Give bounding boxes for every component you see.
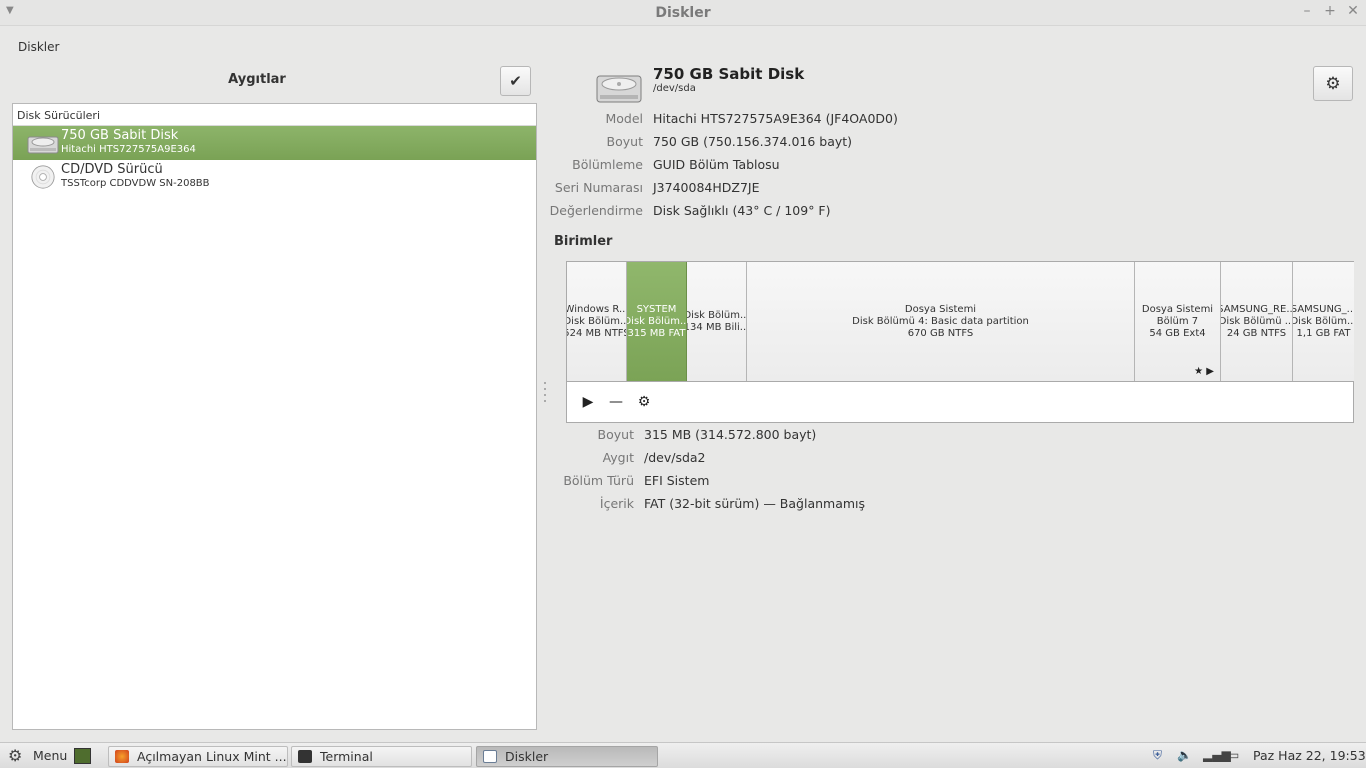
hard-disk-icon [27, 136, 59, 154]
partition-map: Windows R... Disk Bölüm... 524 MB NTFS S… [566, 261, 1354, 381]
partition-label: 54 GB Ext4 [1149, 327, 1206, 339]
partition-block[interactable]: Disk Bölüm... 134 MB Bili... [687, 262, 747, 381]
partition-block[interactable]: SAMSUNG_RE... Disk Bölümü ... 24 GB NTFS [1221, 262, 1293, 381]
partition-label: Disk Bölümü ... [1221, 315, 1293, 327]
field-value: FAT (32-bit sürüm) — Bağlanmamış [644, 496, 866, 511]
field-value: 315 MB (314.572.800 bayt) [644, 427, 817, 442]
field-value: 750 GB (750.156.374.016 bayt) [653, 134, 853, 149]
battery-icon[interactable]: ▭ [1228, 748, 1239, 762]
show-desktop-icon[interactable] [74, 748, 91, 764]
device-list: Disk Sürücüleri 750 GB Sabit Disk Hitach… [12, 103, 537, 730]
window-icon [483, 750, 497, 763]
window-title: Diskler [655, 5, 711, 21]
devices-header: Aygıtlar ✔ [12, 64, 537, 98]
network-icon[interactable]: ▂▄▆ [1203, 748, 1231, 762]
partition-block[interactable]: Dosya Sistemi Bölüm 7 54 GB Ext4 ★ ▶ [1135, 262, 1221, 381]
drive-options-button[interactable]: ⚙ [1313, 66, 1353, 101]
partition-block[interactable]: Windows R... Disk Bölüm... 524 MB NTFS [567, 262, 627, 381]
field-key: Boyut [597, 427, 634, 442]
terminal-icon [298, 750, 312, 763]
device-name: 750 GB Sabit Disk [61, 128, 179, 143]
partition-toolbar: ▶ — ⚙ [566, 381, 1354, 423]
mint-menu-icon[interactable]: ⚙ [8, 746, 22, 765]
field-value: GUID Bölüm Tablosu [653, 157, 780, 172]
disk-path: /dev/sda [653, 83, 696, 94]
volumes-title: Birimler [554, 234, 613, 249]
device-model: Hitachi HTS727575A9E364 [61, 144, 196, 155]
taskbar-window-label: Açılmayan Linux Mint ... [137, 749, 287, 764]
partition-label: Disk Bölümü 4: Basic data partition [852, 315, 1029, 327]
taskbar-window-terminal[interactable]: Terminal [291, 746, 472, 767]
minimize-icon[interactable]: – [1299, 3, 1315, 19]
partition-label: Windows R... [567, 303, 627, 315]
volume-icon[interactable]: 🔈 [1177, 748, 1192, 762]
partition-label: SAMSUNG_... [1293, 303, 1354, 315]
disk-title: 750 GB Sabit Disk [653, 65, 805, 83]
field-key: Bölüm Türü [563, 473, 634, 488]
clock[interactable]: Paz Haz 22, 19:53 [1253, 748, 1366, 763]
partition-label: Disk Bölüm... [567, 315, 627, 327]
field-value: EFI Sistem [644, 473, 710, 488]
taskbar-window-diskler[interactable]: Diskler [476, 746, 658, 767]
partition-label: 524 MB NTFS [567, 327, 627, 339]
field-key: Model [605, 111, 643, 126]
firefox-icon [115, 750, 129, 763]
field-key: Bölümleme [572, 157, 643, 172]
device-name: CD/DVD Sürücü [61, 162, 163, 177]
partition-label: SYSTEM [636, 303, 677, 315]
partition-label: Disk Bölüm... [1293, 315, 1354, 327]
checkmark-icon: ✔ [509, 72, 522, 90]
hard-disk-icon [596, 75, 642, 103]
partition-block-selected[interactable]: SYSTEM Disk Bölüm... 315 MB FAT [627, 262, 687, 381]
field-key: Boyut [606, 134, 643, 149]
maximize-icon[interactable]: + [1322, 3, 1338, 19]
delete-partition-icon[interactable]: — [605, 391, 627, 413]
select-mode-button[interactable]: ✔ [500, 66, 531, 96]
menu-diskler[interactable]: Diskler [18, 40, 59, 54]
field-value: /dev/sda2 [644, 450, 706, 465]
field-key: Değerlendirme [549, 203, 643, 218]
device-category: Disk Sürücüleri [13, 104, 536, 126]
partition-label: Disk Bölüm... [627, 315, 687, 327]
field-key: İçerik [599, 496, 634, 511]
partition-block[interactable]: Dosya Sistemi Disk Bölümü 4: Basic data … [747, 262, 1135, 381]
gears-icon[interactable]: ⚙ [633, 391, 655, 413]
mounted-star-icon: ★ ▶ [1194, 366, 1214, 377]
device-item-hdd[interactable]: 750 GB Sabit Disk Hitachi HTS727575A9E36… [13, 126, 536, 160]
title-bar: ▼ Diskler – + ✕ [0, 0, 1366, 26]
shield-icon[interactable]: ⛨ [1153, 748, 1162, 763]
close-icon[interactable]: ✕ [1345, 3, 1361, 19]
taskbar-window-firefox[interactable]: Açılmayan Linux Mint ... [108, 746, 288, 767]
partition-block[interactable]: SAMSUNG_... Disk Bölüm... 1,1 GB FAT [1293, 262, 1354, 381]
partition-label: 24 GB NTFS [1226, 327, 1287, 339]
partition-label: Disk Bölüm... [687, 309, 747, 321]
partition-label: 1,1 GB FAT [1296, 327, 1351, 339]
menu-button[interactable]: Menu [33, 748, 67, 763]
taskbar-window-label: Terminal [320, 749, 373, 764]
partition-label: SAMSUNG_RE... [1221, 303, 1293, 315]
field-value: J3740084HDZ7JE [653, 180, 760, 195]
partition-label: 670 GB NTFS [907, 327, 974, 339]
taskbar: ⚙ Menu Açılmayan Linux Mint ... Terminal… [0, 742, 1366, 768]
partition-label: Bölüm 7 [1156, 315, 1199, 327]
device-item-optical[interactable]: CD/DVD Sürücü TSSTcorp CDDVDW SN-208BB [13, 160, 536, 194]
field-key: Seri Numarası [554, 180, 643, 195]
optical-disc-icon [31, 165, 55, 189]
devices-pane: Aygıtlar ✔ Disk Sürücüleri 750 GB Sabit … [12, 64, 537, 730]
partition-label: Dosya Sistemi [1141, 303, 1214, 315]
device-model: TSSTcorp CDDVDW SN-208BB [61, 178, 210, 189]
field-key: Aygıt [602, 450, 634, 465]
taskbar-window-label: Diskler [505, 749, 549, 764]
disk-details-pane: 750 GB Sabit Disk /dev/sda ⚙ Model Hitac… [548, 60, 1366, 740]
field-value: Hitachi HTS727575A9E364 (JF4OA0D0) [653, 111, 898, 126]
partition-label: 134 MB Bili... [687, 321, 747, 333]
mount-play-icon[interactable]: ▶ [577, 391, 599, 413]
pane-splitter[interactable] [544, 382, 547, 408]
devices-title: Aygıtlar [228, 72, 286, 87]
partition-label: 315 MB FAT [627, 327, 686, 339]
partition-label: Dosya Sistemi [904, 303, 977, 315]
field-value: Disk Sağlıklı (43° C / 109° F) [653, 203, 831, 218]
gear-icon: ⚙ [1325, 73, 1341, 94]
